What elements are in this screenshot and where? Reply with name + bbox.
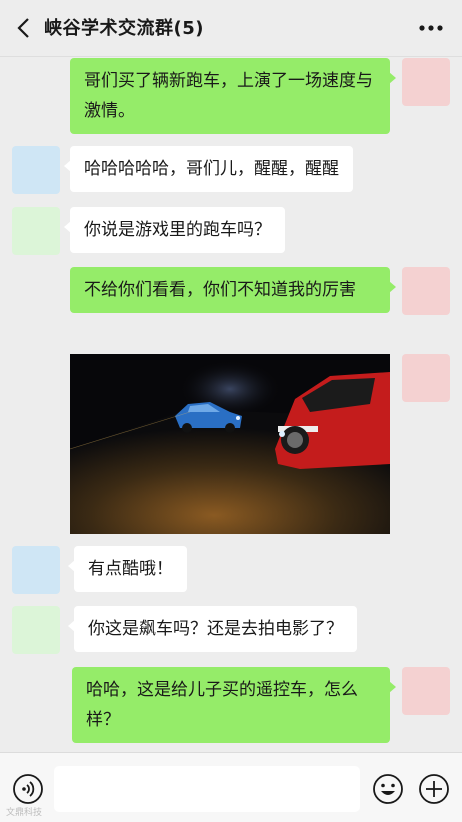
message-bubble-incoming[interactable]: 你这是飙车吗？还是去拍电影了？ <box>68 606 357 652</box>
my-avatar[interactable] <box>402 354 450 402</box>
message-bubble-incoming[interactable]: 你说是游戏里的跑车吗？ <box>64 207 285 253</box>
chat-title: 峡谷学术交流群(5) <box>44 18 204 39</box>
input-bar: 文鼎科技 <box>0 752 462 822</box>
voice-icon[interactable] <box>12 773 44 805</box>
chevron-left-icon[interactable] <box>14 16 34 40</box>
racing-photo[interactable] <box>70 354 390 534</box>
my-avatar[interactable] <box>402 58 450 106</box>
message-bubble-outgoing[interactable]: 哥们买了辆新跑车，上演了一场速度与激情。 <box>70 58 396 134</box>
message-bubble-outgoing[interactable]: 哈哈，这是给儿子买的遥控车，怎么样？ <box>72 667 396 743</box>
message-list: 哥们买了辆新跑车，上演了一场速度与激情。 哈哈哈哈哈，哥们儿，醒醒，醒醒 你说是… <box>0 56 462 752</box>
member-avatar-blue[interactable] <box>12 146 60 194</box>
watermark: 文鼎科技 <box>6 808 43 818</box>
member-avatar-green[interactable] <box>12 606 60 654</box>
chat-header: 峡谷学术交流群(5) <box>0 0 462 57</box>
emoji-icon[interactable] <box>372 773 404 805</box>
member-avatar-green[interactable] <box>12 207 60 255</box>
message-input[interactable] <box>54 766 360 812</box>
message-bubble-incoming[interactable]: 有点酷哦！ <box>68 546 187 592</box>
my-avatar[interactable] <box>402 267 450 315</box>
message-bubble-incoming[interactable]: 哈哈哈哈哈，哥们儿，醒醒，醒醒 <box>64 146 353 192</box>
more-dots-icon[interactable] <box>418 24 444 32</box>
message-bubble-outgoing[interactable]: 不给你们看看，你们不知道我的厉害 <box>70 267 396 313</box>
my-avatar[interactable] <box>402 667 450 715</box>
member-avatar-blue[interactable] <box>12 546 60 594</box>
plus-icon[interactable] <box>418 773 450 805</box>
